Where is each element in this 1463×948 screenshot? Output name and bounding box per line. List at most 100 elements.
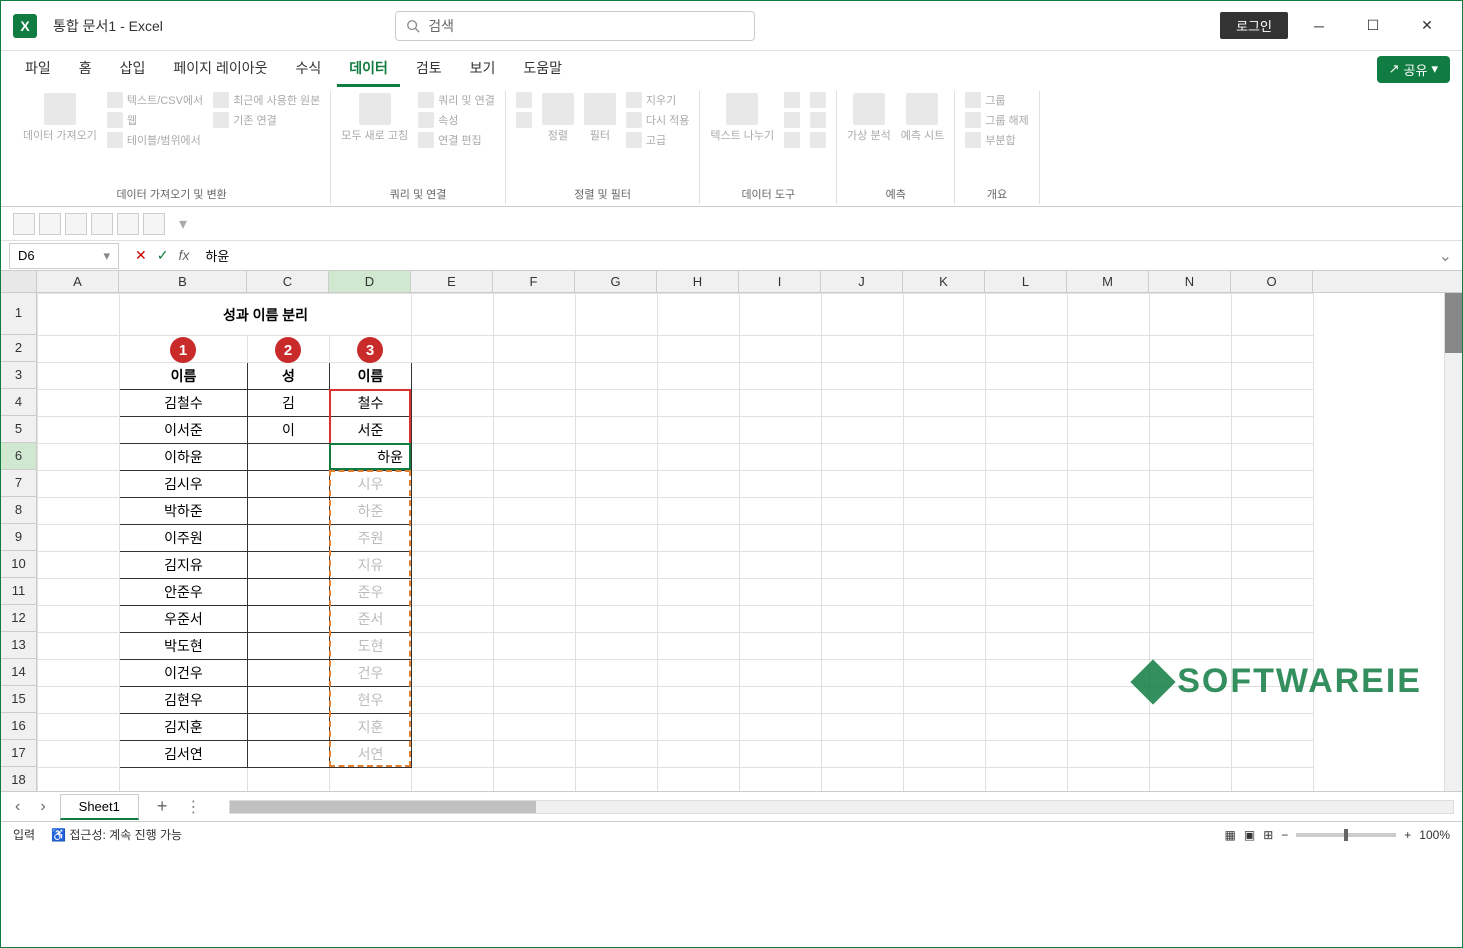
forecast-button[interactable]: 예측 시트 [899,91,947,145]
cell[interactable] [740,390,822,417]
cell[interactable] [576,294,658,336]
cell[interactable] [412,633,494,660]
cell[interactable] [494,444,576,471]
cell[interactable] [1232,741,1314,768]
row-header[interactable]: 15 [1,686,37,713]
cell[interactable] [1150,444,1232,471]
cell[interactable] [1150,390,1232,417]
cell[interactable] [412,336,494,363]
cell[interactable]: 박하준 [120,498,248,525]
cell[interactable] [740,444,822,471]
tab-review[interactable]: 검토 [404,52,454,87]
cell[interactable] [904,768,986,792]
cell[interactable] [986,714,1068,741]
tab-help[interactable]: 도움말 [511,52,574,87]
advanced-button[interactable]: 고급 [624,131,692,149]
cell[interactable] [1068,768,1150,792]
cell[interactable] [740,741,822,768]
cancel-icon[interactable]: ✕ [131,247,151,264]
cell[interactable] [986,741,1068,768]
cell[interactable] [494,741,576,768]
cell[interactable] [658,633,740,660]
column-header[interactable]: E [411,271,493,292]
cell[interactable]: 김시우 [120,471,248,498]
cell[interactable] [1150,579,1232,606]
cell[interactable] [576,660,658,687]
cell[interactable] [412,471,494,498]
cell[interactable] [576,633,658,660]
row-header[interactable]: 7 [1,470,37,497]
column-header[interactable]: J [821,271,903,292]
cell[interactable] [904,633,986,660]
cell[interactable] [658,444,740,471]
cell[interactable] [658,363,740,390]
cell[interactable] [904,525,986,552]
view-break-icon[interactable]: ⊞ [1263,828,1273,842]
cell[interactable] [1068,363,1150,390]
row-header[interactable]: 2 [1,335,37,362]
text-to-columns-button[interactable]: 텍스트 나누기 [708,91,776,145]
cell[interactable] [494,552,576,579]
view-layout-icon[interactable]: ▣ [1244,828,1255,842]
cell[interactable]: 철수 [330,390,412,417]
cell[interactable] [822,633,904,660]
cell[interactable] [904,363,986,390]
queries-button[interactable]: 쿼리 및 연결 [416,91,497,109]
cell[interactable] [822,687,904,714]
cell[interactable] [38,525,120,552]
cell[interactable] [658,660,740,687]
cell[interactable] [1232,498,1314,525]
cell[interactable] [658,525,740,552]
cell[interactable] [248,444,330,471]
cell[interactable] [576,606,658,633]
cell[interactable]: 시우 [330,471,412,498]
cell[interactable] [412,363,494,390]
column-header[interactable]: K [903,271,985,292]
tab-view[interactable]: 보기 [458,52,508,87]
cell[interactable] [986,417,1068,444]
cell[interactable] [822,768,904,792]
cell[interactable] [1068,606,1150,633]
cell[interactable] [412,714,494,741]
cell[interactable] [38,390,120,417]
cell[interactable] [904,390,986,417]
cell[interactable] [1150,606,1232,633]
cell[interactable]: 김서연 [120,741,248,768]
cell[interactable] [1150,525,1232,552]
row-header[interactable]: 13 [1,632,37,659]
cell[interactable] [904,606,986,633]
cell[interactable] [904,471,986,498]
cell[interactable] [904,444,986,471]
sheet-tab[interactable]: Sheet1 [60,794,139,820]
row-header[interactable]: 8 [1,497,37,524]
cell[interactable] [1232,417,1314,444]
row-header[interactable]: 16 [1,713,37,740]
cell[interactable] [38,498,120,525]
cell[interactable] [986,444,1068,471]
cell[interactable] [494,768,576,792]
cell[interactable] [822,294,904,336]
cell[interactable] [1068,633,1150,660]
cell[interactable] [38,687,120,714]
tab-home[interactable]: 홈 [67,52,104,87]
cell[interactable] [576,498,658,525]
qat-button[interactable] [143,213,165,235]
column-header[interactable]: M [1067,271,1149,292]
cell[interactable] [248,633,330,660]
zoom-slider[interactable] [1296,833,1396,837]
cell[interactable]: 주원 [330,525,412,552]
cell[interactable] [494,471,576,498]
cell[interactable] [494,498,576,525]
qat-button[interactable] [117,213,139,235]
cell[interactable]: 우준서 [120,606,248,633]
cell[interactable]: 성과 이름 분리 [120,294,412,336]
recent-sources-button[interactable]: 최근에 사용한 원본 [211,91,322,109]
cell[interactable] [38,633,120,660]
cell[interactable] [248,498,330,525]
column-header[interactable]: A [37,271,119,292]
cell[interactable] [658,687,740,714]
row-header[interactable]: 17 [1,740,37,767]
row-header[interactable]: 18 [1,767,37,791]
cell[interactable] [1068,525,1150,552]
cell[interactable] [412,417,494,444]
